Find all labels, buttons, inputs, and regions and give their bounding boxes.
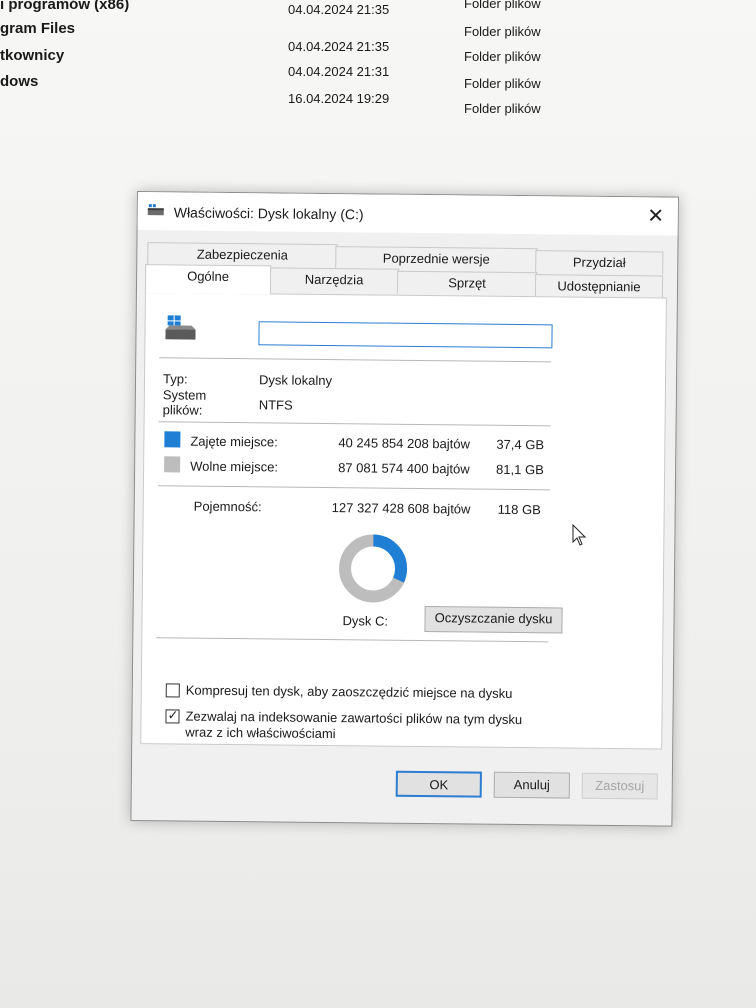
filesystem-label-line1: System (162, 387, 207, 403)
drive-icon (147, 204, 164, 216)
free-space-size: 81,1 GB (496, 461, 544, 478)
explorer-row-name: i programów (x86) (0, 0, 130, 13)
tab-label: Ogólne (187, 268, 230, 284)
explorer-row[interactable]: dows 16.04.2024 19:29 Folder plików (0, 73, 600, 106)
filesystem-label-line2: plików: (162, 402, 203, 418)
tab-strip: Zabezpieczenia Poprzednie wersje Przydzi… (144, 242, 666, 301)
explorer-row[interactable]: tkownicy 04.04.2024 21:31 Folder plików (0, 47, 600, 79)
indexing-checkbox-label-line2: wraz z ich właściwościami (185, 724, 336, 742)
tab-udostepnianie[interactable]: Udostępnianie (534, 274, 664, 299)
button-label: Oczyszczanie dysku (434, 610, 553, 627)
close-button[interactable]: ✕ (642, 203, 670, 229)
explorer-row-type: Folder plików (464, 76, 541, 91)
capacity-bytes: 127 327 428 608 bajtów (331, 500, 471, 517)
general-panel: Typ: Dysk lokalny System plików: NTFS Za… (140, 292, 667, 750)
title-bar[interactable]: Właściwości: Dysk lokalny (C:) ✕ (137, 192, 678, 236)
explorer-row-type: Folder plików (464, 0, 541, 11)
tab-label: Poprzednie wersje (382, 250, 490, 267)
divider (156, 637, 549, 643)
explorer-row-name: gram Files (0, 20, 76, 37)
tab-przydzial[interactable]: Przydział (535, 250, 664, 275)
explorer-row-type: Folder plików (464, 101, 541, 116)
divider (158, 421, 551, 427)
free-space-bytes: 87 081 574 400 bajtów (338, 460, 470, 477)
tab-sprzet[interactable]: Sprzęt (396, 270, 538, 296)
screen: i programów (x86) 04.04.2024 21:35 Folde… (0, 0, 756, 1008)
tab-ogolne[interactable]: Ogólne (144, 264, 272, 295)
explorer-row[interactable]: Folder plików (0, 101, 600, 127)
disk-cleanup-button[interactable]: Oczyszczanie dysku (424, 606, 563, 634)
tab-label: Przydział (572, 254, 626, 271)
drive-label: Dysk C: (342, 613, 389, 629)
free-space-swatch (164, 456, 181, 473)
type-label: Typ: (162, 371, 188, 387)
indexing-checkbox[interactable]: ✓ (165, 707, 180, 724)
apply-button[interactable]: Zastosuj (581, 772, 658, 800)
explorer-row[interactable]: i programów (x86) 04.04.2024 21:35 Folde… (0, 0, 600, 22)
drive-icon (165, 315, 196, 340)
free-space-label: Wolne miejsce: (190, 458, 279, 475)
type-value: Dysk lokalny (258, 372, 333, 389)
button-label: Anuluj (513, 776, 550, 793)
capacity-label: Pojemność: (193, 498, 262, 515)
tab-narzedzia[interactable]: Narzędzia (268, 267, 400, 292)
cancel-button[interactable]: Anuluj (493, 771, 570, 799)
checkmark-icon: ✓ (167, 707, 179, 723)
explorer-row-name: dows (0, 73, 39, 90)
used-space-label: Zajęte miejsce: (190, 433, 278, 450)
drive-name-input[interactable] (258, 321, 553, 349)
used-space-size: 37,4 GB (496, 436, 545, 453)
compress-checkbox[interactable] (165, 683, 180, 698)
usage-donut-chart (339, 534, 408, 603)
explorer-row-type: Folder plików (464, 24, 541, 39)
filesystem-value: NTFS (258, 397, 293, 413)
used-space-bytes: 40 245 854 208 bajtów (338, 435, 471, 452)
mouse-cursor-icon (572, 524, 587, 546)
close-icon: ✕ (647, 205, 665, 228)
explorer-row[interactable]: gram Files 04.04.2024 21:35 Folder plikó… (0, 20, 600, 54)
used-space-swatch (164, 431, 181, 448)
tab-label: Sprzęt (448, 275, 486, 291)
compress-checkbox-label: Kompresuj ten dysk, aby zaoszczędzić mie… (185, 682, 513, 701)
button-label: Zastosuj (595, 777, 645, 794)
button-label: OK (429, 777, 449, 793)
dialog-title: Właściwości: Dysk lokalny (C:) (173, 204, 364, 223)
tab-zabezpieczenia[interactable]: Zabezpieczenia (147, 242, 338, 268)
tab-label: Narzędzia (304, 271, 364, 288)
tab-label: Udostępnianie (557, 278, 641, 295)
explorer-row-name: tkownicy (0, 47, 65, 64)
explorer-row-date: 04.04.2024 21:35 (288, 2, 390, 17)
properties-dialog: Właściwości: Dysk lokalny (C:) ✕ Zabezpi… (130, 191, 679, 827)
ok-button[interactable]: OK (395, 770, 482, 798)
divider (159, 357, 552, 363)
explorer-row-type: Folder plików (464, 49, 541, 64)
divider (157, 485, 550, 491)
capacity-size: 118 GB (497, 501, 541, 518)
tab-label: Zabezpieczenia (196, 246, 288, 263)
